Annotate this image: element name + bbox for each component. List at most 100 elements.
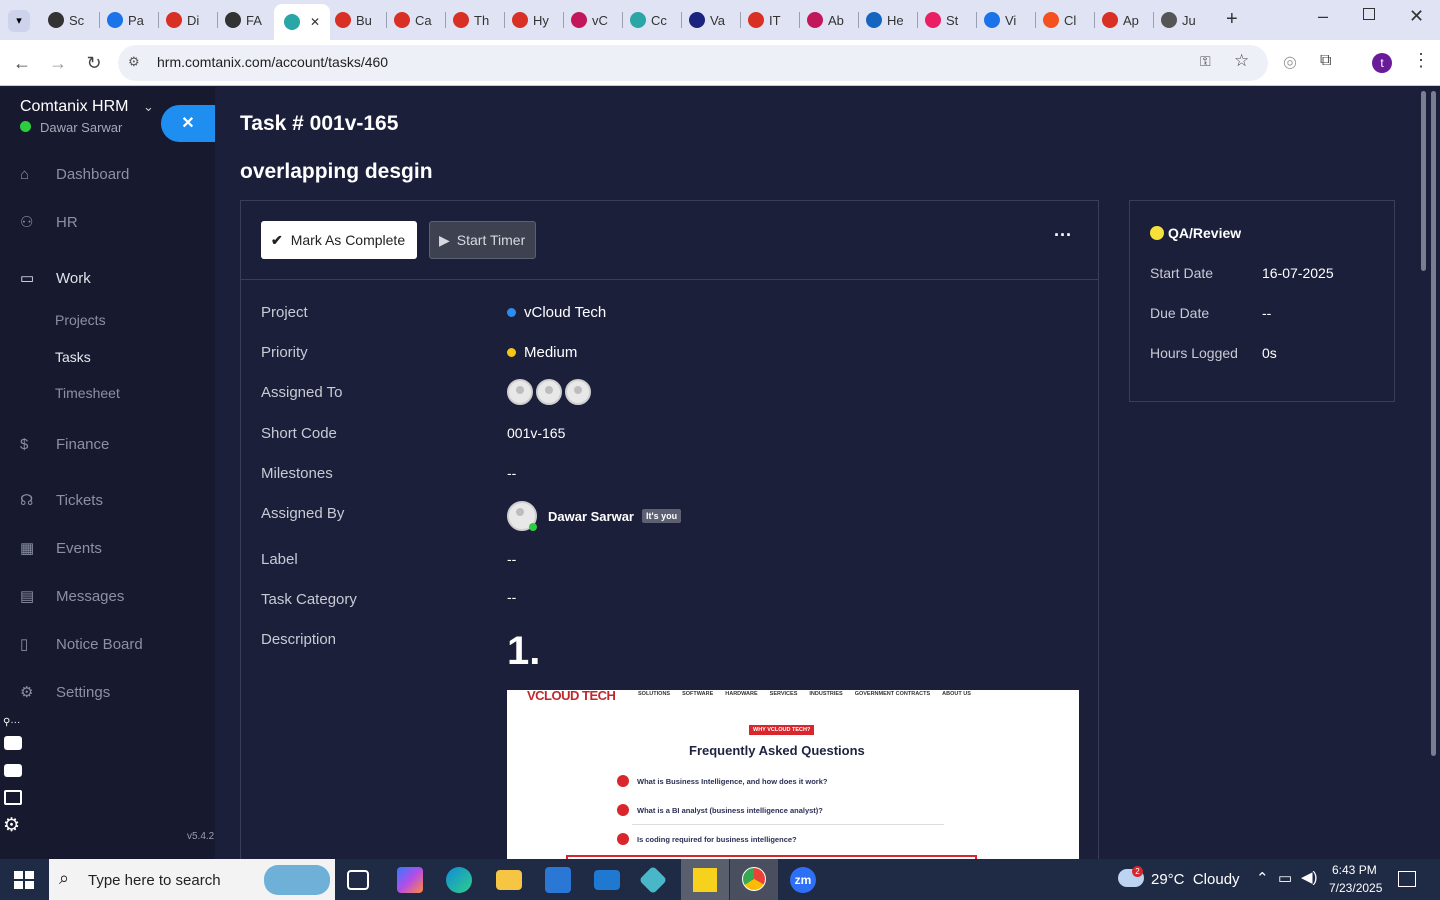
chevron-down-icon[interactable]: ⌄ [143, 99, 154, 115]
browser-tab[interactable]: Ap [1102, 6, 1139, 34]
new-tab-button[interactable]: + [1226, 8, 1238, 31]
settings-gear-icon[interactable]: ⚙ [3, 814, 20, 837]
extensions-icon[interactable]: ⧉ [1320, 52, 1331, 70]
avatar[interactable] [507, 379, 533, 405]
sidebar-subitem-timesheet[interactable]: Timesheet [55, 385, 120, 401]
sidebar-item-dashboard[interactable]: ⌂ Dashboard [0, 154, 215, 194]
windows-start-icon[interactable] [14, 871, 34, 889]
omnibox[interactable]: ⚙ hrm.comtanix.com/account/tasks/460 ⚿ ☆ [118, 45, 1268, 81]
globe-icon[interactable]: ◎ [1283, 52, 1297, 72]
more-tools-icon[interactable]: ⚲··· [3, 717, 20, 728]
sidebar-item-tickets[interactable]: ☊ Tickets [0, 480, 215, 520]
browser-tab[interactable]: Ca [394, 6, 432, 34]
restore-button[interactable] [1363, 8, 1375, 20]
mark-complete-button[interactable]: ✔ Mark As Complete [261, 221, 417, 259]
browser-tab[interactable]: vC [571, 6, 608, 34]
start-timer-button[interactable]: ▶ Start Timer [429, 221, 536, 259]
preview-question: Is coding required for business intellig… [617, 833, 797, 845]
window-icon[interactable] [4, 790, 22, 805]
browser-tab[interactable]: Di [166, 6, 199, 34]
description-heading: 1. [507, 629, 541, 673]
reload-icon[interactable]: ↻ [84, 53, 104, 74]
camera-icon[interactable] [4, 736, 22, 750]
sidebar-item-notice-board[interactable]: ▯ Notice Board [0, 624, 215, 664]
browser-tab[interactable]: Cl [1043, 6, 1076, 34]
avatar[interactable] [565, 379, 591, 405]
menu-kebab-icon[interactable]: ⋮ [1412, 50, 1430, 71]
zoom-icon[interactable]: zm [790, 867, 816, 893]
tab-separator [1153, 12, 1154, 28]
avatar[interactable] [536, 379, 562, 405]
copilot-icon[interactable] [397, 867, 423, 893]
company-name[interactable]: Comtanix HRM [20, 98, 128, 116]
more-options-icon[interactable]: ··· [1054, 225, 1072, 246]
tab-favicon-icon [1102, 12, 1118, 28]
weather-text[interactable]: 29°C Cloudy [1151, 871, 1240, 888]
volume-icon[interactable]: ◀) [1301, 868, 1318, 886]
browser-tab[interactable]: FA [225, 6, 262, 34]
minimize-button[interactable]: – [1318, 6, 1328, 27]
sidebar-subitem-tasks[interactable]: Tasks [55, 349, 91, 365]
browser-tab[interactable]: IT [748, 6, 781, 34]
mail-icon[interactable] [594, 870, 620, 890]
project-name[interactable]: vCloud Tech [524, 304, 606, 321]
bookmark-star-icon[interactable]: ☆ [1234, 51, 1249, 71]
browser-tab[interactable]: Cc [630, 6, 667, 34]
close-sidebar-button[interactable]: ✕ [161, 105, 215, 142]
project-value[interactable]: vCloud Tech [507, 304, 606, 321]
chrome-button[interactable] [730, 859, 778, 900]
back-icon[interactable]: ← [12, 53, 32, 74]
sidebar-item-finance[interactable]: $ Finance [0, 424, 215, 464]
close-window-button[interactable]: ✕ [1409, 6, 1424, 27]
browser-tab[interactable]: St [925, 6, 958, 34]
browser-tab[interactable]: Sc [48, 6, 84, 34]
taskbar-search-input[interactable]: ⌕ Type here to search [49, 859, 335, 900]
preview-heading: Frequently Asked Questions [689, 743, 865, 758]
browser-tab[interactable]: Th [453, 6, 489, 34]
profile-avatar[interactable]: t [1372, 53, 1392, 73]
tab-separator [917, 12, 918, 28]
forward-icon[interactable]: → [48, 53, 68, 74]
assigned-by-name[interactable]: Dawar Sarwar [548, 509, 634, 524]
tab-search-button[interactable]: ▾ [8, 10, 30, 32]
scrollbar-thumb[interactable] [1421, 91, 1426, 271]
file-explorer-icon[interactable] [496, 870, 522, 890]
sticky-notes-button[interactable] [681, 859, 729, 900]
scrollbar-track[interactable] [1420, 87, 1440, 859]
scrollbar-thumb[interactable] [1431, 91, 1436, 756]
sidebar-item-hr[interactable]: ⚇ HR [0, 202, 215, 242]
browser-tab[interactable]: Va [689, 6, 725, 34]
url-text[interactable]: hrm.comtanix.com/account/tasks/460 [157, 54, 388, 70]
browser-tab[interactable]: Ju [1161, 6, 1196, 34]
edge-icon[interactable] [446, 867, 472, 893]
sidebar-item-settings[interactable]: ⚙ Settings [0, 672, 215, 712]
site-info-icon[interactable]: ⚙ [128, 54, 140, 70]
status-badge: QA/Review [1150, 225, 1241, 241]
password-key-icon[interactable]: ⚿ [1200, 53, 1211, 70]
browser-tab[interactable]: ✕ [274, 4, 331, 40]
avatar[interactable] [507, 501, 537, 531]
task-view-icon[interactable] [347, 870, 369, 890]
sidebar-item-work[interactable]: ▭ Work [0, 258, 215, 298]
its-you-badge: It's you [642, 509, 682, 523]
app-icon[interactable] [638, 865, 668, 895]
description-image[interactable]: VCLOUD TECH SOLUTIONS SOFTWARE HARDWARE … [507, 690, 1079, 861]
browser-tab[interactable]: Bu [335, 6, 372, 34]
browser-tab[interactable]: Vi [984, 6, 1016, 34]
browser-tab[interactable]: Ab [807, 6, 844, 34]
sidebar-item-events[interactable]: ▦ Events [0, 528, 215, 568]
notification-center-icon[interactable] [1398, 871, 1416, 887]
task-details-card: ✔ Mark As Complete ▶ Start Timer ··· Proje… [240, 200, 1099, 861]
video-icon[interactable] [4, 764, 22, 777]
chevron-up-icon[interactable]: ⌃ [1256, 869, 1269, 887]
clock-time[interactable]: 6:43 PM [1332, 863, 1377, 877]
network-icon[interactable]: ▭ [1278, 869, 1292, 887]
sidebar-item-messages[interactable]: ▤ Messages [0, 576, 215, 616]
microsoft-store-icon[interactable] [545, 867, 571, 893]
sidebar-subitem-projects[interactable]: Projects [55, 312, 106, 328]
browser-tab[interactable]: He [866, 6, 904, 34]
close-tab-icon[interactable]: ✕ [310, 15, 320, 29]
browser-tab[interactable]: Hy [512, 6, 549, 34]
clock-date[interactable]: 7/23/2025 [1329, 881, 1382, 895]
browser-tab[interactable]: Pa [107, 6, 144, 34]
